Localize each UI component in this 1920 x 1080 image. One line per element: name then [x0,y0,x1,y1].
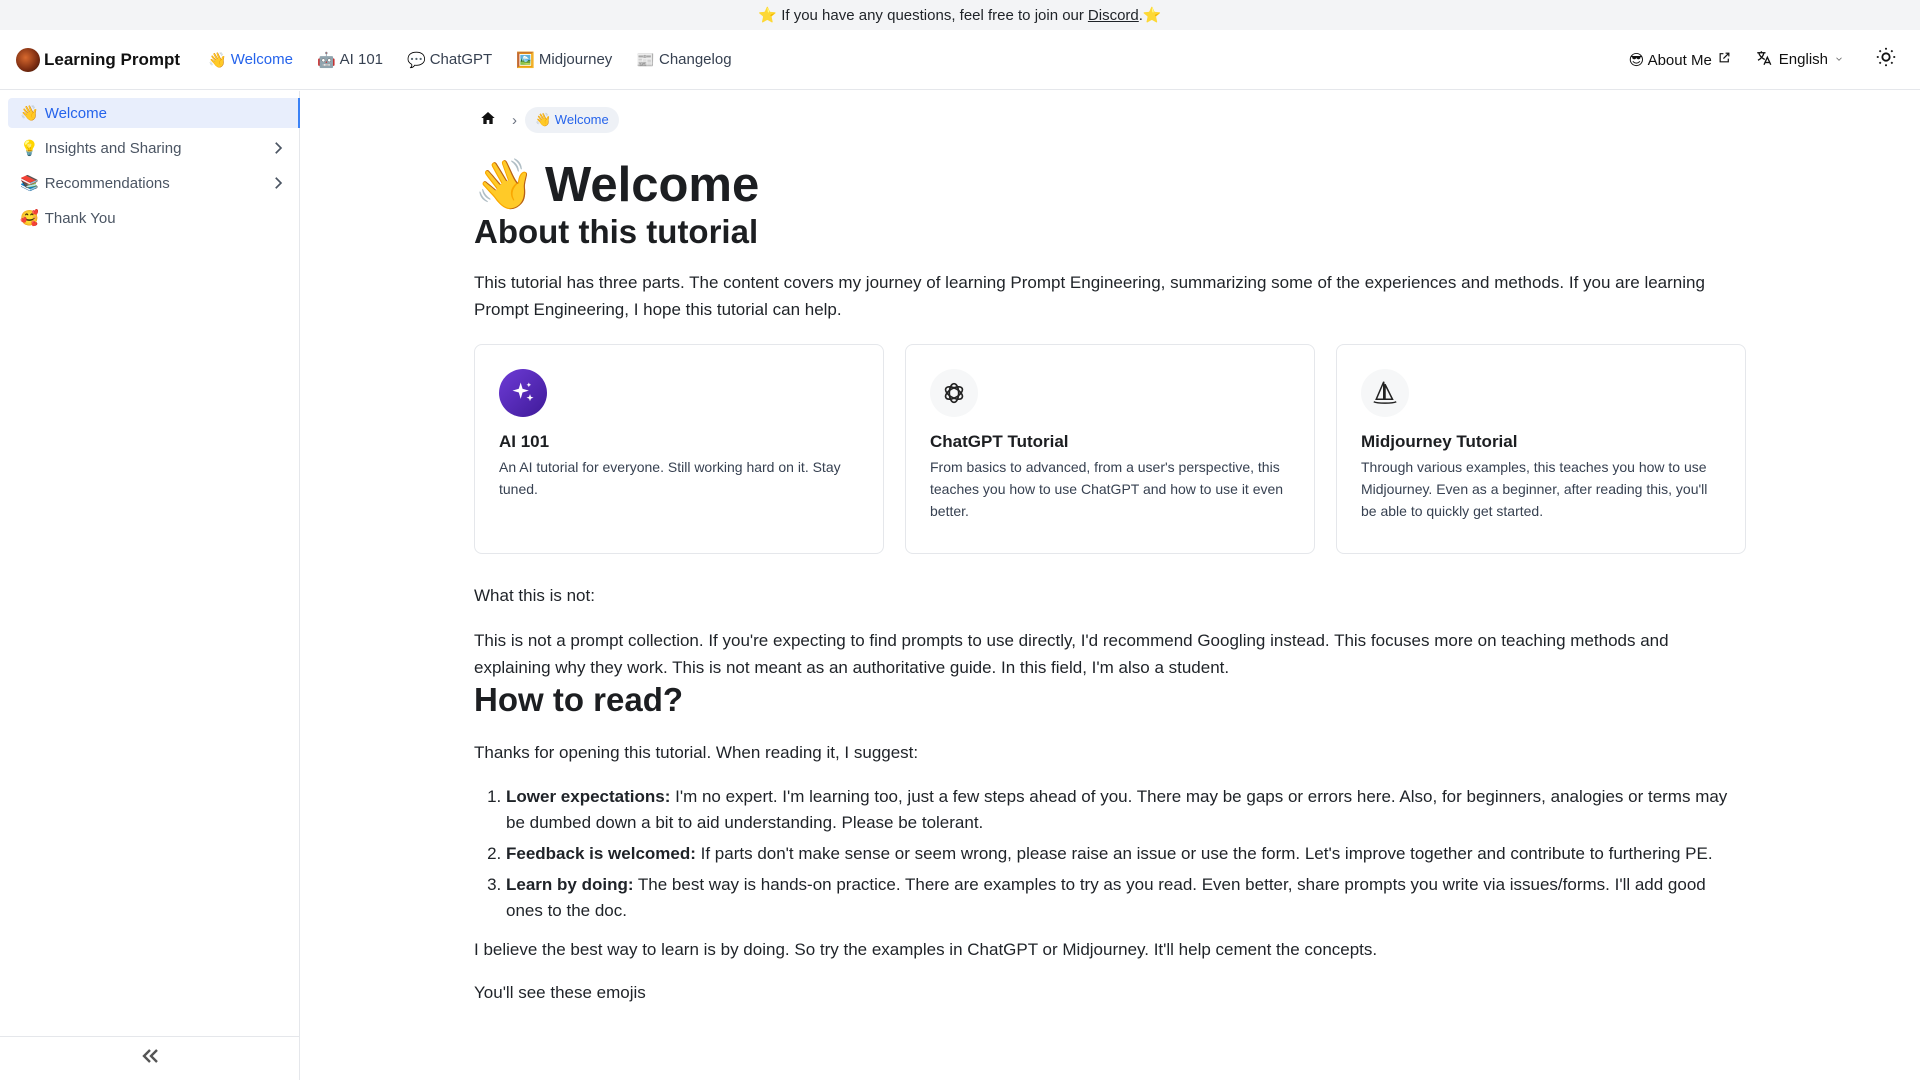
nav-right: 😎 About Me English [1629,49,1844,71]
tip-bold: Learn by doing: [506,875,634,894]
chevron-right-icon[interactable] [268,138,288,158]
sailboat-icon [1361,369,1409,417]
nav-welcome[interactable]: 👋 Welcome [208,51,293,69]
chevron-down-icon [1834,51,1844,68]
sidebar-item-label: Insights and Sharing [44,139,182,157]
breadcrumb-home[interactable] [474,106,502,134]
theme-toggle-button[interactable] [1868,42,1904,78]
nav-chatgpt[interactable]: 💬 ChatGPT [407,51,492,69]
tips-list: Lower expectations: I'm no expert. I'm l… [474,784,1746,924]
external-link-icon [1718,51,1731,68]
sidebar-item-insights[interactable]: 💡 Insights and Sharing [8,133,300,163]
sidebar: 👋 Welcome 💡 Insights and Sharing 📚 Recom… [0,91,300,1080]
card-title: Midjourney Tutorial [1361,432,1518,451]
nav-chatgpt-emoji: 💬 [407,51,426,69]
sidebar-item-emoji: 👋 [20,105,39,122]
openai-icon [930,369,978,417]
announcement-banner: ⭐️ If you have any questions, feel free … [0,0,1920,30]
sparkles-icon [499,369,547,417]
list-item: Lower expectations: I'm no expert. I'm l… [506,784,1746,836]
sidebar-item-thank-you[interactable]: 🥰 Thank You [8,203,300,233]
not-heading: What this is not: [474,586,595,605]
not-paragraph: This is not a prompt collection. If you'… [474,631,1669,677]
sidebar-item-label: Recommendations [44,174,170,192]
breadcrumb: › 👋 Welcome [474,105,1746,135]
top-navbar: Learning Prompt 👋 Welcome 🤖 AI 101 💬 Cha… [0,30,1920,90]
nav-welcome-emoji: 👋 [208,51,227,69]
nav-ai101-label: AI 101 [339,51,384,68]
nav-chatgpt-label: ChatGPT [429,51,493,68]
nav-midjourney-emoji: 🖼️ [516,51,535,69]
nav-changelog[interactable]: 📰 Changelog [636,51,731,69]
sidebar-item-label: Welcome [44,104,107,122]
sidebar-collapse-button[interactable] [0,1036,300,1080]
sidebar-item-emoji: 📚 [20,175,39,192]
nav-welcome-label: Welcome [230,51,293,68]
nav-midjourney[interactable]: 🖼️ Midjourney [516,51,612,69]
chevron-right-icon[interactable] [268,173,288,193]
about-heading: About this tutorial [474,213,759,250]
tip-bold: Lower expectations: [506,787,671,806]
sidebar-list: 👋 Welcome 💡 Insights and Sharing 📚 Recom… [0,91,300,233]
tip-text: If parts don't make sense or seem wrong,… [695,844,1713,863]
sidebar-item-welcome[interactable]: 👋 Welcome [8,98,300,128]
about-paragraph: This tutorial has three parts. The conte… [474,273,1705,319]
nav-changelog-label: Changelog [658,51,732,68]
breadcrumb-current: 👋 Welcome [525,107,619,133]
language-dropdown[interactable]: English [1755,49,1844,71]
sidebar-item-emoji: 🥰 [20,210,39,227]
language-label: English [1778,51,1828,68]
translate-icon [1755,49,1773,71]
discord-link[interactable]: Discord [1088,7,1139,24]
banner-text: ⭐️ If you have any questions, feel free … [758,7,1084,24]
sun-icon [1875,46,1897,73]
card-description: From basics to advanced, from a user's p… [930,459,1284,519]
page-title: 👋 Welcome [474,156,1746,213]
card-midjourney[interactable]: Midjourney Tutorial Through various exam… [1336,344,1746,554]
card-description: An AI tutorial for everyone. Still worki… [499,459,841,497]
logo-text: Learning Prompt [44,49,181,69]
card-title: AI 101 [499,432,550,451]
tip-text: The best way is hands-on practice. There… [506,875,1706,920]
about-me-link[interactable]: 😎 About Me [1629,51,1731,69]
list-item: Feedback is welcomed: If parts don't mak… [506,841,1746,867]
about-me-label: 😎 About Me [1628,51,1712,69]
site-logo[interactable]: Learning Prompt [16,47,181,72]
tip-bold: Feedback is welcomed: [506,844,696,863]
logo-avatar [16,47,40,72]
card-description: Through various examples, this teaches y… [1361,459,1708,519]
how-intro: Thanks for opening this tutorial. When r… [474,743,919,762]
sidebar-item-emoji: 💡 [20,140,39,157]
main-content: › 👋 Welcome 👋 Welcome About this tutoria… [474,91,1746,1080]
believe-paragraph: I believe the best way to learn is by do… [474,940,1378,959]
sidebar-item-label: Thank You [44,209,116,227]
title-emoji: 👋 [474,158,536,212]
nav-midjourney-label: Midjourney [538,51,613,68]
card-ai101[interactable]: AI 101 An AI tutorial for everyone. Stil… [474,344,884,554]
double-chevron-left-icon [138,1044,162,1073]
home-icon [480,110,496,131]
nav-ai101[interactable]: 🤖 AI 101 [317,51,383,69]
nav-ai101-emoji: 🤖 [316,51,336,69]
tutorial-cards: AI 101 An AI tutorial for everyone. Stil… [474,344,1746,554]
cut-paragraph: You'll see these emojis [474,983,646,1002]
card-chatgpt[interactable]: ChatGPT Tutorial From basics to advanced… [905,344,1315,554]
list-item: Learn by doing: The best way is hands-on… [506,872,1746,924]
banner-text-end: .⭐️ [1138,7,1162,24]
tip-text: I'm no expert. I'm learning too, just a … [506,787,1728,832]
title-text: Welcome [545,157,760,212]
breadcrumb-separator: › [512,111,517,129]
how-heading: How to read? [474,681,684,718]
nav-changelog-emoji: 📰 [636,51,655,69]
card-title: ChatGPT Tutorial [930,432,1069,451]
sidebar-item-recommendations[interactable]: 📚 Recommendations [8,168,300,198]
